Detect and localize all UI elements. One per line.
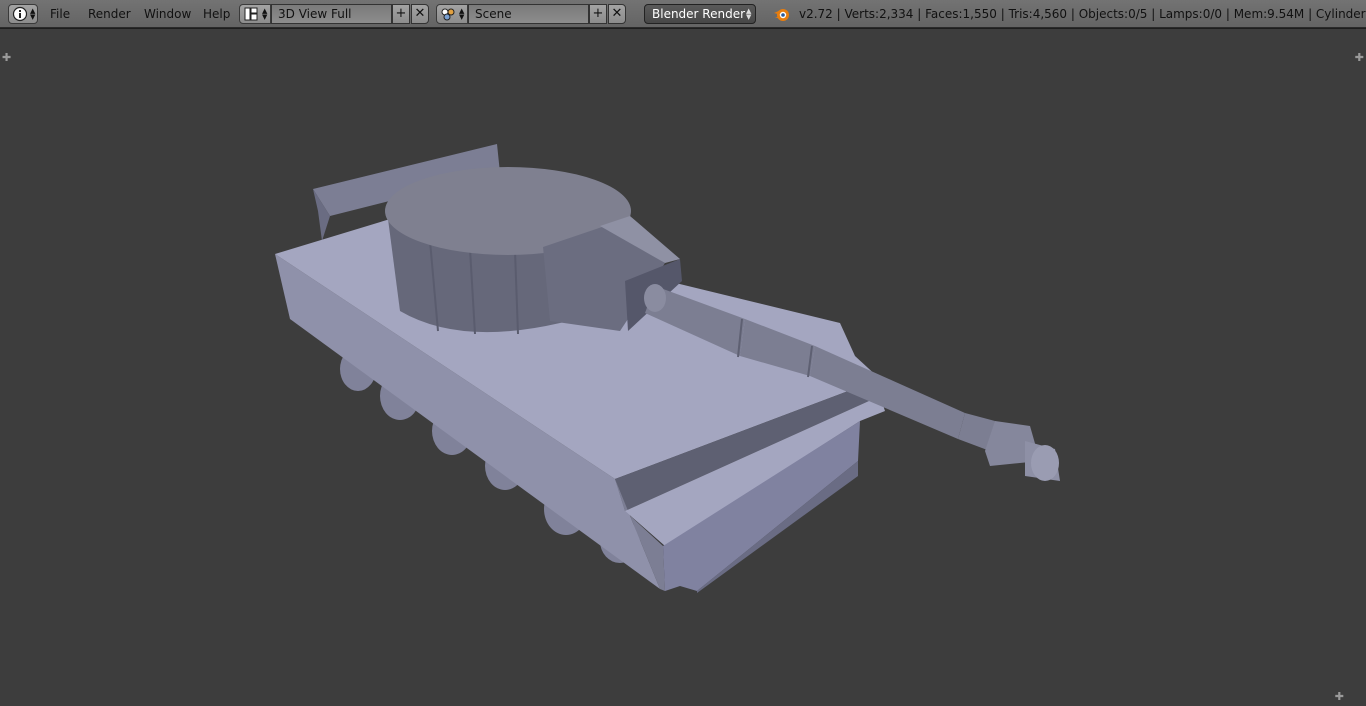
menu-window[interactable]: Window bbox=[144, 7, 191, 21]
scene-browse-button[interactable]: ▲ ▼ bbox=[436, 4, 468, 24]
menu-help[interactable]: Help bbox=[203, 7, 230, 21]
editor-type-arrows-icon: ▲ ▼ bbox=[30, 7, 36, 21]
screen-layout-field[interactable]: 3D View Full bbox=[271, 4, 392, 24]
screen-layout-browse-button[interactable]: ▲ ▼ bbox=[239, 4, 271, 24]
screen-delete-button[interactable]: ✕ bbox=[411, 4, 429, 24]
scene-statistics: v2.72 | Verts:2,334 | Faces:1,550 | Tris… bbox=[799, 7, 1366, 21]
layout-grid-icon bbox=[244, 7, 258, 21]
render-engine-arrows-icon: ▲ ▼ bbox=[746, 7, 752, 21]
info-icon bbox=[12, 6, 28, 22]
scene-add-button[interactable]: + bbox=[589, 4, 607, 24]
info-header: ▲ ▼ File Render Window Help ▲ ▼ 3D View Fu… bbox=[0, 0, 1366, 28]
tank-model[interactable] bbox=[0, 29, 1366, 706]
menu-render[interactable]: Render bbox=[88, 7, 131, 21]
render-engine-label: Blender Render bbox=[652, 7, 746, 21]
scene-delete-button[interactable]: ✕ bbox=[608, 4, 626, 24]
blender-logo-icon bbox=[774, 9, 789, 21]
screen-add-button[interactable]: + bbox=[392, 4, 410, 24]
screen-layout-arrows-icon: ▲ ▼ bbox=[262, 7, 268, 21]
scene-icon bbox=[441, 8, 455, 21]
render-engine-dropdown[interactable]: Blender Render ▲ ▼ bbox=[644, 4, 756, 24]
menu-file[interactable]: File bbox=[50, 7, 70, 21]
scene-arrows-icon: ▲ ▼ bbox=[459, 7, 465, 21]
scene-field[interactable]: Scene bbox=[468, 4, 589, 24]
editor-type-button[interactable]: ▲ ▼ bbox=[8, 4, 38, 24]
3d-viewport[interactable]: ✚ ✚ ✚ bbox=[0, 28, 1366, 705]
